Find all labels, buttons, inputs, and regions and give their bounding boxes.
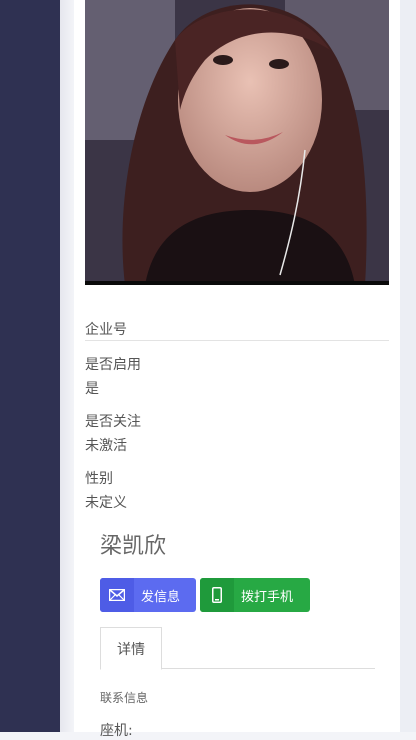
field-label-enterprise-id: 企业号	[85, 322, 127, 338]
send-message-button[interactable]: 发信息	[100, 578, 196, 612]
field-value-gender: 未定义	[85, 495, 127, 511]
field-label-gender: 性别	[85, 471, 113, 487]
landline-label: 座机:	[100, 723, 133, 739]
call-mobile-label: 拨打手机	[241, 589, 294, 605]
field-label-enabled: 是否启用	[85, 357, 141, 373]
field-label-followed: 是否关注	[85, 414, 141, 430]
sidebar-shadow	[60, 0, 74, 732]
contact-name: 梁凯欣	[100, 534, 167, 559]
divider	[85, 340, 389, 341]
mail-icon	[100, 578, 134, 612]
tab-details[interactable]: 详情	[100, 627, 162, 670]
field-value-enabled: 是	[85, 381, 99, 397]
mobile-phone-icon	[200, 578, 234, 612]
section-title-contact-info: 联系信息	[100, 691, 149, 705]
tab-details-label: 详情	[117, 641, 145, 658]
avatar-photo	[85, 0, 389, 285]
scrollbar-track[interactable]	[400, 0, 416, 732]
photo-bottom-border	[85, 281, 389, 285]
send-message-label: 发信息	[141, 589, 181, 605]
call-mobile-button[interactable]: 拨打手机	[200, 578, 310, 612]
portrait-image	[85, 0, 389, 285]
left-sidebar	[0, 0, 60, 732]
field-value-followed: 未激活	[85, 438, 127, 454]
